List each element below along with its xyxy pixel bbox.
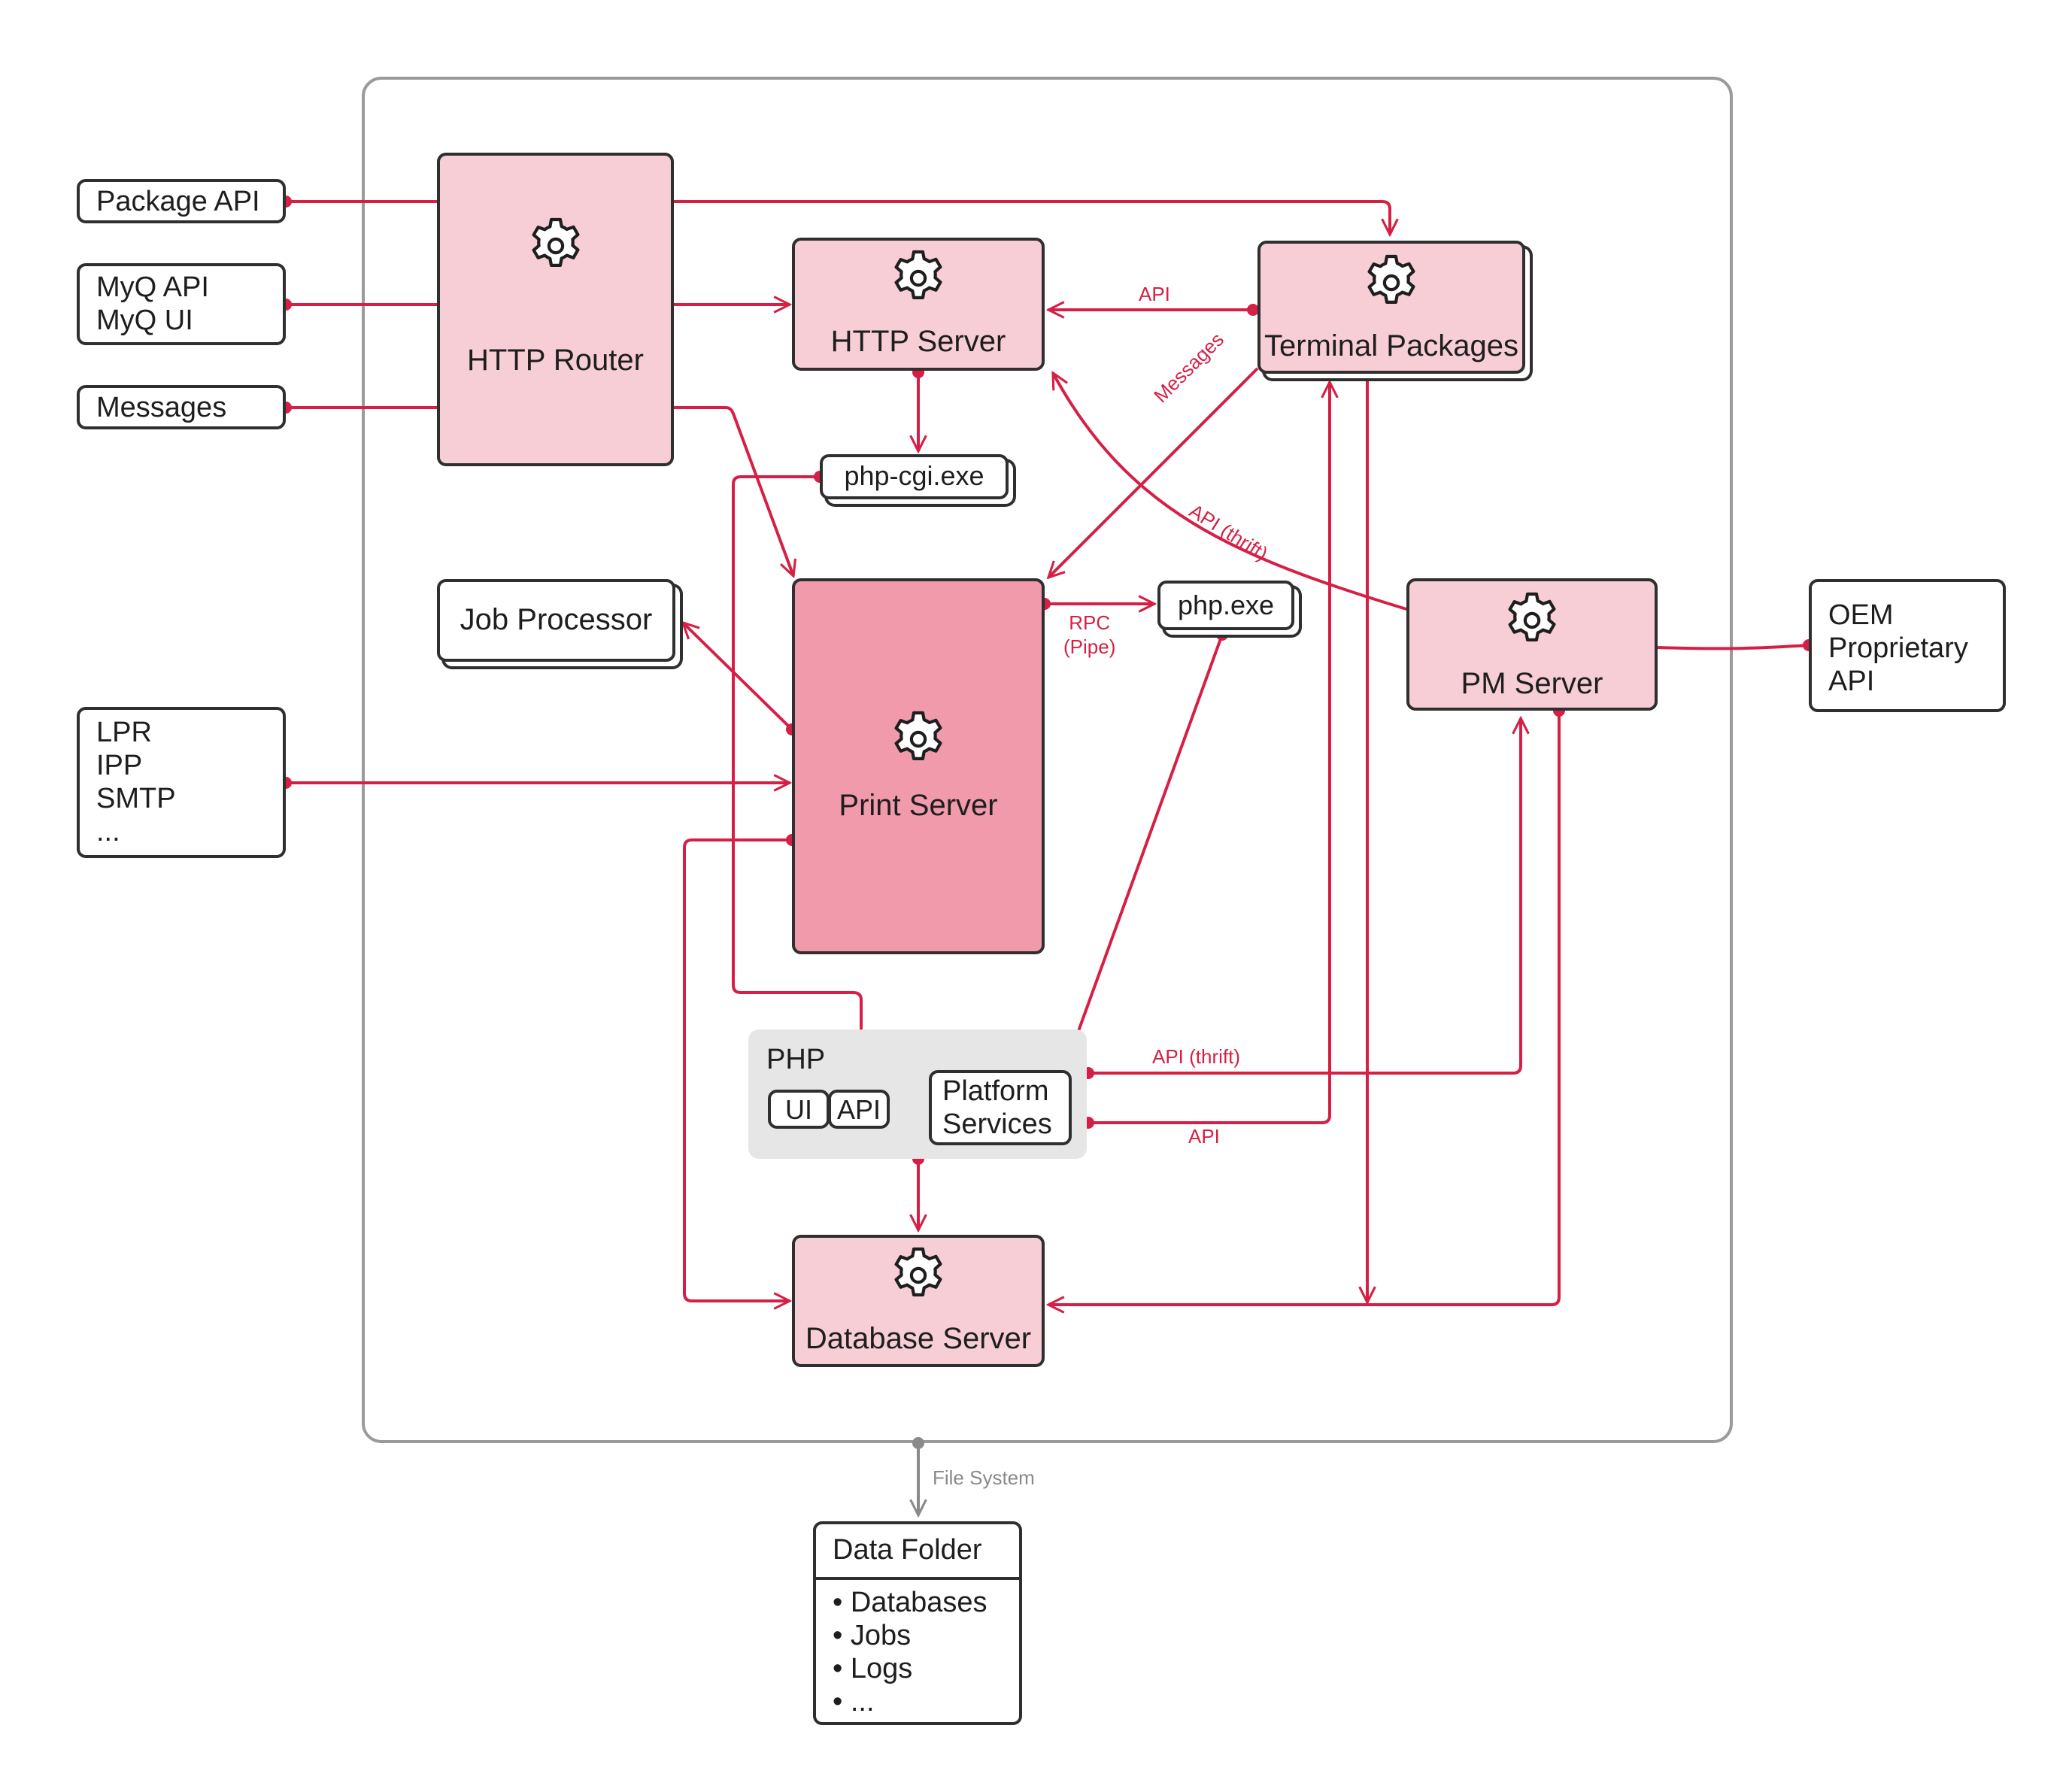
- data-folder-item: • Jobs: [833, 1620, 912, 1651]
- oem-label: OEM Proprietary API: [1828, 599, 1968, 697]
- gear-icon: [532, 217, 579, 267]
- database-server-box[interactable]: Database Server: [792, 1235, 1045, 1367]
- messages-label: Messages: [96, 392, 227, 423]
- edge-label-api: API: [1139, 283, 1170, 305]
- myq-box[interactable]: MyQ API MyQ UI: [77, 263, 286, 345]
- package-api-box[interactable]: Package API: [77, 179, 286, 223]
- job-processor-box[interactable]: Job Processor: [437, 579, 675, 662]
- terminal-packages-label: Terminal Packages: [1264, 329, 1518, 362]
- myq-label: MyQ API MyQ UI: [96, 271, 209, 336]
- data-folder-box[interactable]: Data Folder • Databases • Jobs • Logs • …: [813, 1521, 1022, 1725]
- package-api-label: Package API: [96, 186, 260, 217]
- php-exe-box[interactable]: php.exe: [1157, 581, 1294, 630]
- pm-server-box[interactable]: PM Server: [1406, 578, 1658, 711]
- php-exe-label: php.exe: [1177, 590, 1275, 620]
- php-ui-box[interactable]: UI: [768, 1090, 830, 1129]
- edge-label-file-system: File System: [933, 1466, 1035, 1489]
- data-folder-item: • ...: [833, 1686, 875, 1718]
- job-processor-label: Job Processor: [460, 603, 653, 636]
- protocols-label: LPR IPP SMTP ...: [96, 717, 176, 847]
- php-cgi-box[interactable]: php-cgi.exe: [820, 454, 1009, 499]
- messages-box[interactable]: Messages: [77, 385, 286, 429]
- http-router-box[interactable]: HTTP Router: [437, 153, 674, 466]
- php-cgi-label: php-cgi.exe: [844, 460, 984, 491]
- edge-label-api-thrift-platform: API (thrift): [1152, 1045, 1241, 1068]
- protocols-box[interactable]: LPR IPP SMTP ...: [77, 707, 286, 858]
- oem-box[interactable]: OEM Proprietary API: [1809, 579, 2006, 712]
- platform-services-box[interactable]: Platform Services: [929, 1070, 1072, 1145]
- data-folder-item: • Databases: [833, 1587, 987, 1618]
- php-ui-label: UI: [785, 1094, 812, 1125]
- print-server-label: Print Server: [839, 789, 998, 822]
- php-api-label: API: [836, 1094, 881, 1125]
- gear-icon: [894, 711, 942, 760]
- data-folder-divider: [816, 1577, 1019, 1580]
- php-group: PHP UI API Platform Services: [748, 1029, 1087, 1159]
- edge-label-api-platform: API: [1188, 1125, 1220, 1148]
- http-server-label: HTTP Server: [830, 325, 1006, 358]
- gear-icon: [1508, 592, 1556, 641]
- gear-icon: [894, 1247, 942, 1296]
- print-server-box[interactable]: Print Server: [792, 578, 1045, 954]
- php-group-title: PHP: [766, 1044, 826, 1075]
- data-folder-item: • Logs: [833, 1653, 913, 1684]
- data-folder-title: Data Folder: [833, 1534, 982, 1566]
- terminal-packages-box[interactable]: Terminal Packages: [1257, 241, 1525, 374]
- http-router-label: HTTP Router: [467, 344, 644, 377]
- edge-label-rpc-pipe: RPC (Pipe): [1063, 611, 1116, 658]
- pm-server-label: PM Server: [1461, 667, 1603, 700]
- http-server-box[interactable]: HTTP Server: [792, 238, 1045, 371]
- gear-icon: [1367, 254, 1415, 304]
- database-server-label: Database Server: [805, 1322, 1032, 1355]
- php-api-box[interactable]: API: [828, 1090, 890, 1129]
- gear-icon: [894, 250, 942, 299]
- platform-services-label: Platform Services: [942, 1075, 1052, 1140]
